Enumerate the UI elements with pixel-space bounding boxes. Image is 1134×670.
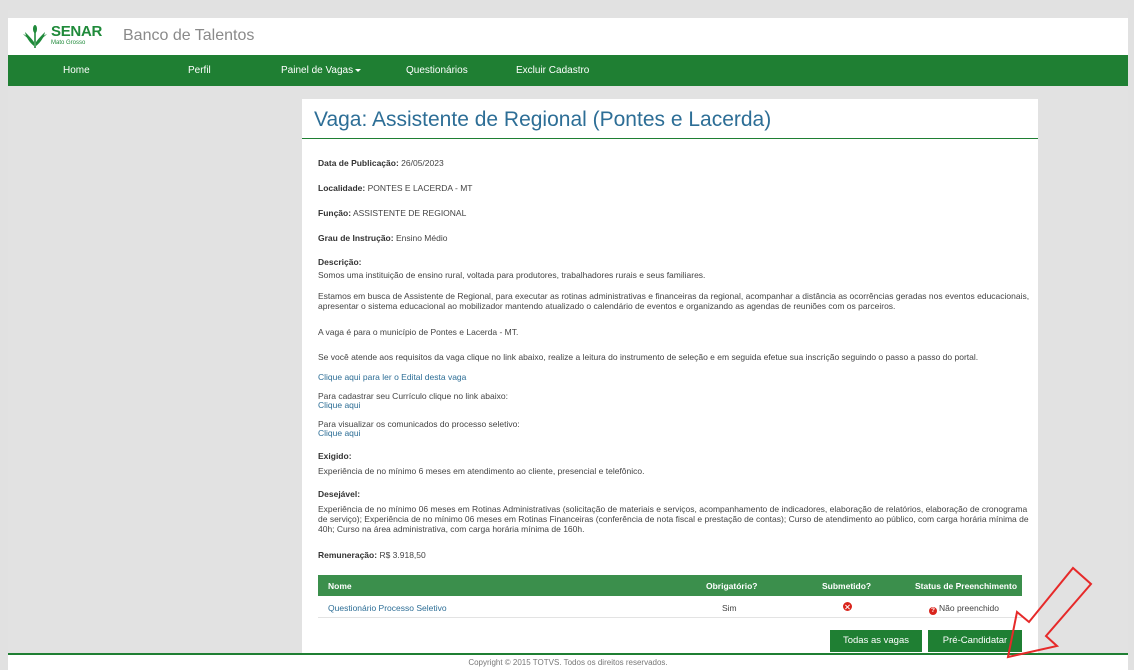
description-heading: Descrição: — [318, 257, 361, 267]
status-value: ? Não preenchido — [929, 603, 999, 615]
job-title: Vaga: Assistente de Regional (Pontes e L… — [314, 108, 772, 131]
question-circle-icon: ? — [929, 607, 937, 615]
col-status: Status de Preenchimento — [915, 581, 1018, 591]
remuneration: Remuneração: R$ 3.918,50 — [318, 550, 426, 560]
col-obrigatorio: Obrigatório? — [706, 581, 758, 591]
education-level: Grau de Instrução: Ensino Médio — [318, 233, 447, 243]
questionnaire-link[interactable]: Questionário Processo Seletivo — [328, 603, 447, 613]
annotation-arrow-icon — [1006, 566, 1093, 659]
publication-date-value: 26/05/2023 — [401, 158, 444, 168]
caret-down-icon — [355, 68, 362, 72]
todas-as-vagas-button[interactable]: Todas as vagas — [830, 630, 922, 652]
nav-excluir-cadastro[interactable]: Excluir Cadastro — [516, 65, 589, 76]
nav-perfil[interactable]: Perfil — [188, 65, 211, 76]
location-value: PONTES E LACERDA - MT — [367, 183, 473, 193]
description-paragraph-1: Somos uma instituição de ensino rural, v… — [318, 270, 706, 280]
nav-home[interactable]: Home — [63, 65, 90, 76]
brand-subtitle: Mato Grosso — [51, 40, 86, 46]
title-divider — [302, 138, 1038, 139]
location: Localidade: PONTES E LACERDA - MT — [318, 183, 472, 193]
remuneration-label: Remuneração: — [318, 550, 378, 560]
x-circle-icon — [843, 602, 852, 611]
description-label: Descrição: — [318, 257, 362, 267]
table-row: Questionário Processo Seletivo Sim ? Não … — [318, 596, 1022, 618]
function-label: Função: — [318, 208, 352, 218]
comunicados-text: Para visualizar os comunicados do proces… — [318, 419, 520, 429]
desejavel-label: Desejável: — [318, 489, 361, 499]
questionnaire-table-header: Nome Obrigatório? Submetido? Status de P… — [318, 575, 1022, 596]
description-paragraph-4: Se você atende aos requisitos da vaga cl… — [318, 352, 979, 362]
description-paragraph-2: Estamos em busca de Assistente de Region… — [318, 291, 1030, 311]
function-value: ASSISTENTE DE REGIONAL — [352, 208, 467, 218]
col-nome: Nome — [328, 581, 352, 591]
curriculo-link[interactable]: Clique aqui — [318, 400, 361, 410]
publication-date: Data de Publicação: 26/05/2023 — [318, 158, 444, 168]
app-title: Banco de Talentos — [123, 27, 255, 44]
nav-painel-de-vagas[interactable]: Painel de Vagas — [281, 65, 362, 76]
col-submetido: Submetido? — [822, 581, 872, 591]
job-panel: Vaga: Assistente de Regional (Pontes e L… — [302, 99, 1038, 655]
exigido-text: Experiência de no mínimo 6 meses em aten… — [318, 466, 645, 476]
wheat-logo-icon — [23, 25, 47, 48]
description-paragraph-3: A vaga é para o município de Pontes e La… — [318, 327, 519, 337]
education-level-value: Ensino Médio — [395, 233, 448, 243]
exigido-heading: Exigido: — [318, 451, 352, 461]
senar-logo[interactable]: SENAR Mato Grosso — [22, 24, 102, 48]
publication-date-label: Data de Publicação: — [318, 158, 399, 168]
nav-painel-label: Painel de Vagas — [281, 65, 354, 76]
main-nav: Home Perfil Painel de Vagas Questionário… — [8, 55, 1128, 86]
obrigatorio-value: Sim — [722, 603, 737, 613]
status-text: Não preenchido — [939, 603, 1000, 613]
location-label: Localidade: — [318, 183, 366, 193]
exigido-label: Exigido: — [318, 451, 352, 461]
remuneration-value: R$ 3.918,50 — [379, 550, 426, 560]
curriculo-text: Para cadastrar seu Currículo clique no l… — [318, 391, 508, 401]
brand-name: SENAR — [51, 23, 103, 40]
header-bar: SENAR Mato Grosso Banco de Talentos — [8, 18, 1128, 55]
nav-questionarios[interactable]: Questionários — [406, 65, 468, 76]
education-level-label: Grau de Instrução: — [318, 233, 394, 243]
edital-link[interactable]: Clique aqui para ler o Edital desta vaga — [318, 372, 1030, 382]
function: Função: ASSISTENTE DE REGIONAL — [318, 208, 466, 218]
desejavel-heading: Desejável: — [318, 489, 360, 499]
comunicados-link[interactable]: Clique aqui — [318, 428, 361, 438]
desejavel-text: Experiência de no mínimo 06 meses em Rot… — [318, 504, 1029, 534]
copyright-text: Copyright © 2015 TOTVS. Todos os direito… — [468, 658, 668, 667]
footer: Copyright © 2015 TOTVS. Todos os direito… — [8, 655, 1128, 670]
